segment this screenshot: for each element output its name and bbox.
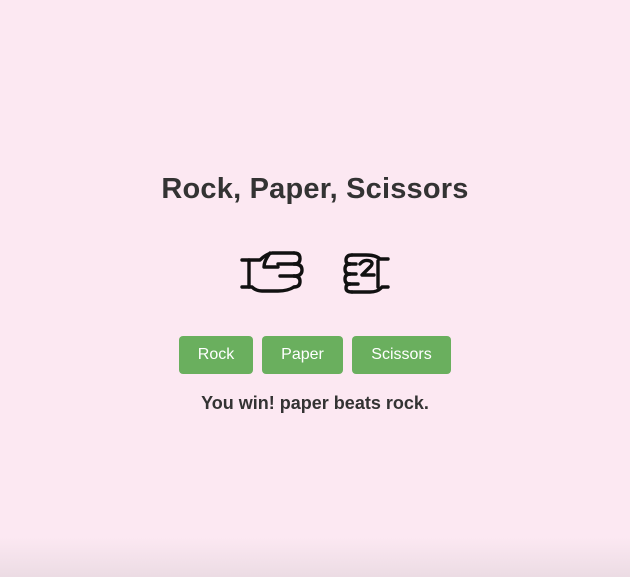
rock-fist-icon	[343, 253, 390, 294]
choices-display	[0, 244, 630, 298]
page-title: Rock, Paper, Scissors	[161, 173, 469, 205]
paper-hand-icon	[240, 251, 304, 293]
paper-button[interactable]: Paper	[262, 336, 343, 374]
bottom-shade	[0, 537, 630, 577]
result-message: You win! paper beats rock.	[201, 393, 429, 413]
rock-button[interactable]: Rock	[179, 336, 253, 374]
scissors-button[interactable]: Scissors	[352, 336, 451, 374]
choice-buttons: Rock Paper Scissors	[0, 336, 630, 374]
